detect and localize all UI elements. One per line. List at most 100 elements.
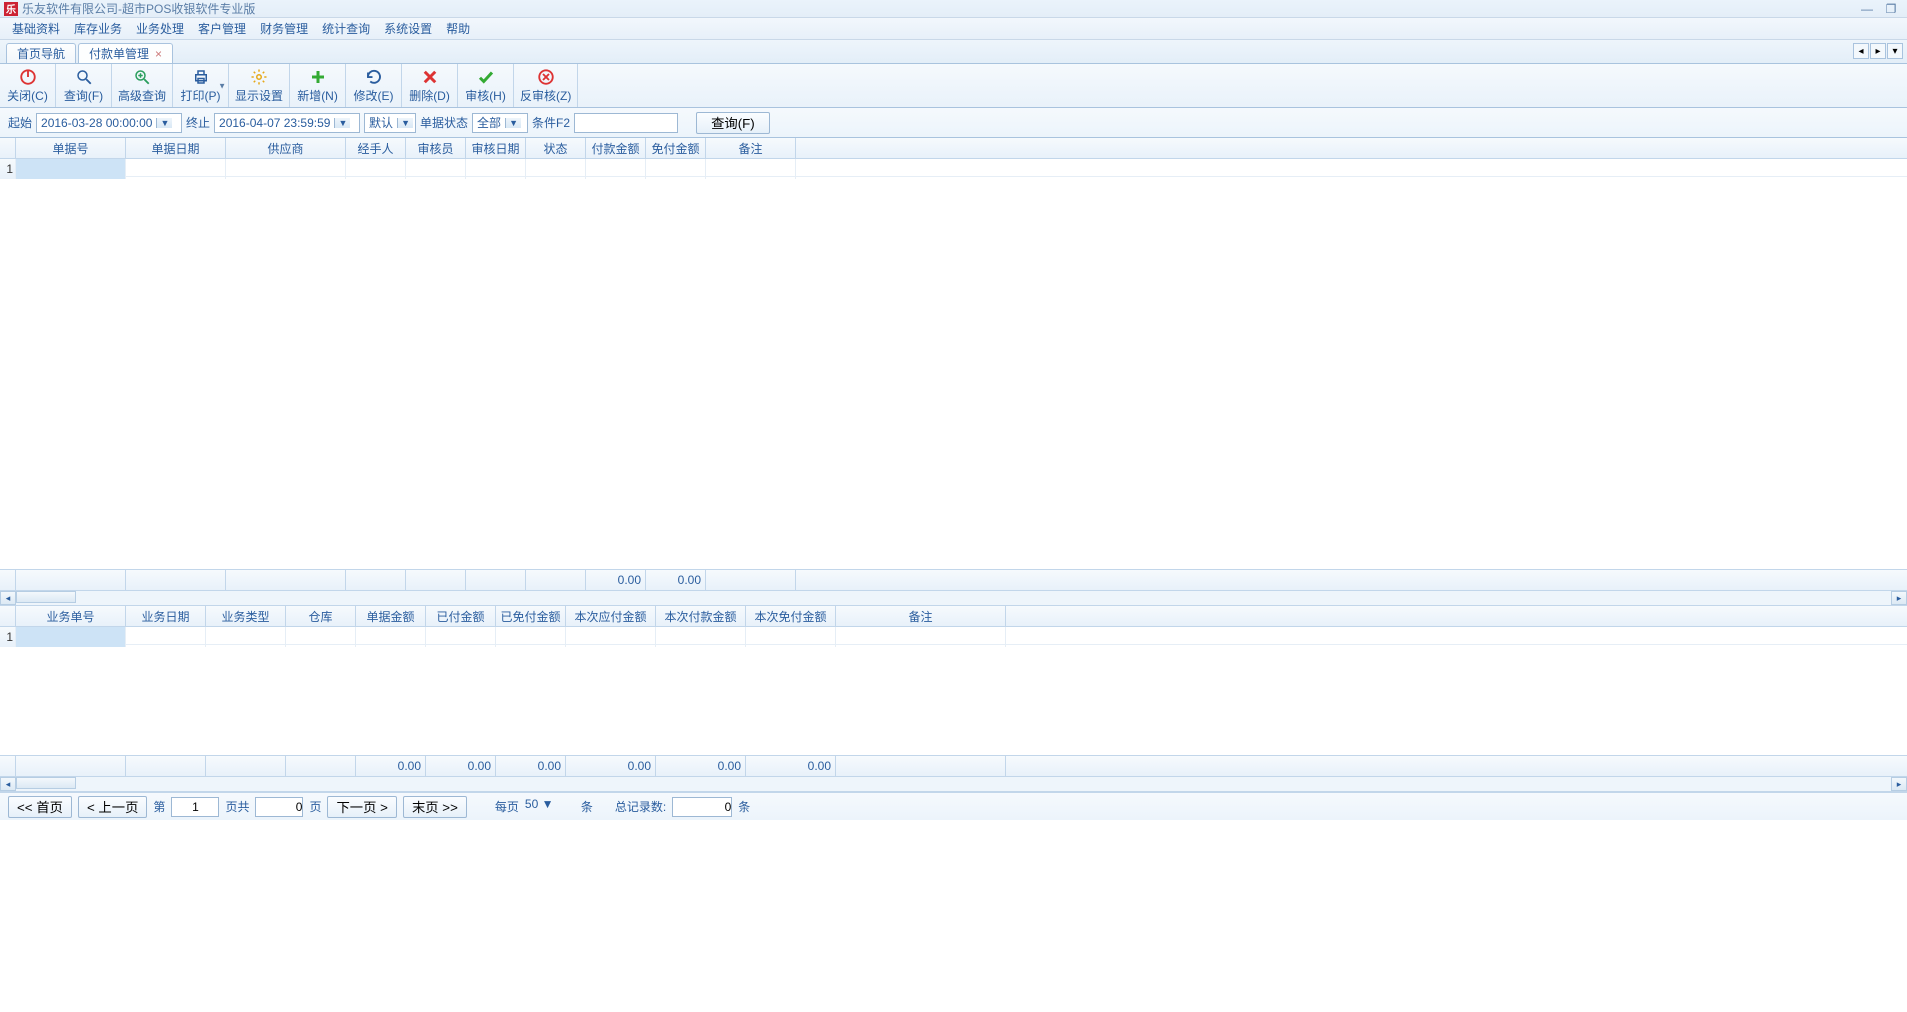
col-header-paidamt[interactable]: 已付金额 <box>426 606 496 626</box>
scroll-left-icon[interactable]: ◂ <box>0 777 16 791</box>
col-header-freeamt[interactable]: 免付金额 <box>646 138 706 158</box>
query-button[interactable]: 查询(F) <box>56 64 112 107</box>
col-header-payamt[interactable]: 付款金额 <box>586 138 646 158</box>
cell-bizno[interactable] <box>16 627 126 647</box>
cell-thispay[interactable] <box>656 627 746 647</box>
print-button[interactable]: 打印(P)▼ <box>173 64 229 107</box>
cell-auditdate[interactable] <box>466 159 526 179</box>
col-header-thispay[interactable]: 本次付款金额 <box>656 606 746 626</box>
col-header-status[interactable]: 状态 <box>526 138 586 158</box>
cell-wh[interactable] <box>286 627 356 647</box>
cell-remark[interactable] <box>706 159 796 179</box>
next-page-button[interactable]: 下一页 > <box>327 796 396 818</box>
col-header-bizno[interactable]: 业务单号 <box>16 606 126 626</box>
scroll-thumb[interactable] <box>16 777 76 789</box>
menu-财务管理[interactable]: 财务管理 <box>254 18 314 39</box>
prev-page-button[interactable]: < 上一页 <box>78 796 147 818</box>
cell-paidamt[interactable] <box>426 627 496 647</box>
cell-billno[interactable] <box>16 159 126 179</box>
col-header-biztype[interactable]: 业务类型 <box>206 606 286 626</box>
col-header-handler[interactable]: 经手人 <box>346 138 406 158</box>
tab-label: 付款单管理 <box>89 45 149 62</box>
col-header-bizdate[interactable]: 业务日期 <box>126 606 206 626</box>
toolbar-label: 新增(N) <box>297 87 338 104</box>
condition-input[interactable] <box>574 113 678 133</box>
tab-付款单管理[interactable]: 付款单管理 × <box>78 43 173 63</box>
start-date-value: 2016-03-28 00:00:00 <box>37 116 156 130</box>
col-header-wh[interactable]: 仓库 <box>286 606 356 626</box>
toolbar-label: 显示设置 <box>235 87 283 104</box>
menu-客户管理[interactable]: 客户管理 <box>192 18 252 39</box>
menu-帮助[interactable]: 帮助 <box>440 18 476 39</box>
tabstrip-tool-next[interactable]: ▸ <box>1870 43 1886 59</box>
maximize-button[interactable]: ❐ <box>1879 2 1903 16</box>
cell-billamt[interactable] <box>356 627 426 647</box>
col-header-billamt[interactable]: 单据金额 <box>356 606 426 626</box>
cell-thisfree[interactable] <box>746 627 836 647</box>
end-date-combo[interactable]: 2016-04-07 23:59:59 ▼ <box>214 113 360 133</box>
cell-freedamt[interactable] <box>496 627 566 647</box>
audit-button[interactable]: 审核(H) <box>458 64 514 107</box>
add-button[interactable]: 新增(N) <box>290 64 346 107</box>
cell-biztype[interactable] <box>206 627 286 647</box>
first-page-button[interactable]: << 首页 <box>8 796 72 818</box>
menu-库存业务[interactable]: 库存业务 <box>68 18 128 39</box>
chevron-down-icon[interactable]: ▼ <box>397 118 413 128</box>
tab-首页导航[interactable]: 首页导航 <box>6 43 76 63</box>
default-combo[interactable]: 默认 ▼ <box>364 113 416 133</box>
menu-系统设置[interactable]: 系统设置 <box>378 18 438 39</box>
grid2-hscroll[interactable]: ◂ ▸ <box>0 776 1907 792</box>
cell-dueamt[interactable] <box>566 627 656 647</box>
tabstrip-tool-prev[interactable]: ◂ <box>1853 43 1869 59</box>
scroll-right-icon[interactable]: ▸ <box>1891 777 1907 791</box>
cell-handler[interactable] <box>346 159 406 179</box>
cell-freeamt[interactable] <box>646 159 706 179</box>
menu-业务处理[interactable]: 业务处理 <box>130 18 190 39</box>
close-icon[interactable]: × <box>155 47 162 61</box>
last-page-button[interactable]: 末页 >> <box>403 796 467 818</box>
scroll-right-icon[interactable]: ▸ <box>1891 591 1907 605</box>
table-row[interactable]: 1 <box>0 627 1907 645</box>
display-button[interactable]: 显示设置 <box>229 64 290 107</box>
scroll-thumb[interactable] <box>16 591 76 603</box>
cell-payamt[interactable] <box>586 159 646 179</box>
query-button[interactable]: 查询(F) <box>696 112 770 134</box>
col-header-freedamt[interactable]: 已免付金额 <box>496 606 566 626</box>
col-header-billno[interactable]: 单据号 <box>16 138 126 158</box>
cell-supplier[interactable] <box>226 159 346 179</box>
perpage-combo[interactable]: 50 ▼ <box>525 797 575 817</box>
chevron-down-icon[interactable]: ▼ <box>542 797 554 811</box>
advquery-button[interactable]: 高级查询 <box>112 64 173 107</box>
col-header-auditor[interactable]: 审核员 <box>406 138 466 158</box>
col-header-auditdate[interactable]: 审核日期 <box>466 138 526 158</box>
chevron-down-icon[interactable]: ▼ <box>334 118 350 128</box>
start-date-combo[interactable]: 2016-03-28 00:00:00 ▼ <box>36 113 182 133</box>
close-button[interactable]: 关闭(C) <box>0 64 56 107</box>
edit-button[interactable]: 修改(E) <box>346 64 402 107</box>
col-header-remark[interactable]: 备注 <box>836 606 1006 626</box>
unaudit-button[interactable]: 反审核(Z) <box>514 64 578 107</box>
menu-统计查询[interactable]: 统计查询 <box>316 18 376 39</box>
chevron-down-icon[interactable]: ▼ <box>156 118 172 128</box>
col-header-dueamt[interactable]: 本次应付金额 <box>566 606 656 626</box>
cell-auditor[interactable] <box>406 159 466 179</box>
chevron-down-icon[interactable]: ▼ <box>218 81 226 90</box>
grid1-hscroll[interactable]: ◂ ▸ <box>0 590 1907 606</box>
cell-status[interactable] <box>526 159 586 179</box>
minimize-button[interactable]: — <box>1855 2 1879 16</box>
cell-remark[interactable] <box>836 627 1006 647</box>
cell-billdate[interactable] <box>126 159 226 179</box>
menu-基础资料[interactable]: 基础资料 <box>6 18 66 39</box>
cell-bizdate[interactable] <box>126 627 206 647</box>
table-row[interactable]: 1 <box>0 159 1907 177</box>
scroll-left-icon[interactable]: ◂ <box>0 591 16 605</box>
col-header-remark[interactable]: 备注 <box>706 138 796 158</box>
delete-button[interactable]: 删除(D) <box>402 64 458 107</box>
col-header-supplier[interactable]: 供应商 <box>226 138 346 158</box>
col-header-thisfree[interactable]: 本次免付金额 <box>746 606 836 626</box>
col-header-billdate[interactable]: 单据日期 <box>126 138 226 158</box>
page-input[interactable] <box>171 797 219 817</box>
status-combo[interactable]: 全部 ▼ <box>472 113 528 133</box>
chevron-down-icon[interactable]: ▼ <box>505 118 521 128</box>
tabstrip-tool-menu[interactable]: ▾ <box>1887 43 1903 59</box>
